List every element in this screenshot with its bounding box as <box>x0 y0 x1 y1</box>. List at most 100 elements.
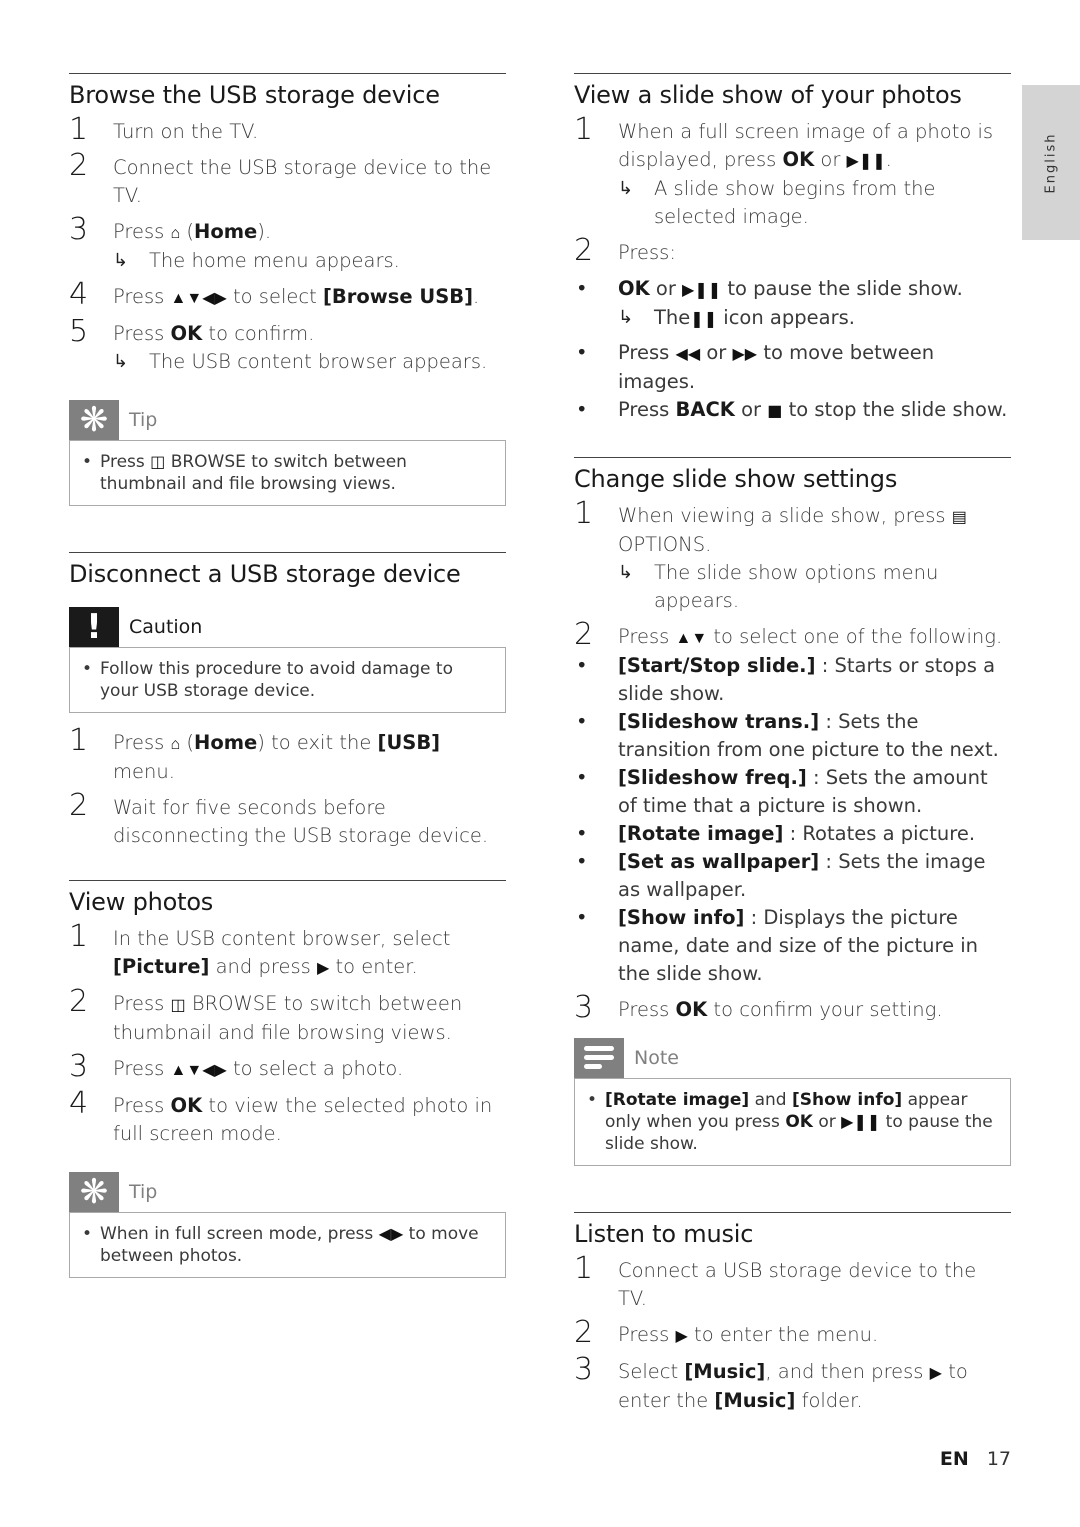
option-name: [Show info] <box>618 906 745 929</box>
step-text: In the USB content browser, select <box>113 927 451 950</box>
keyword: OK <box>782 148 815 171</box>
tip-header: ❋ Tip <box>69 400 506 440</box>
step: 3 Press ▲▼◀▶ to select a photo. <box>69 1049 506 1084</box>
browse-icon: ◫ <box>150 452 166 471</box>
step: 3 Press ⌂ (Home). ↳ The home menu appears. <box>69 212 506 275</box>
step-text: . <box>473 285 480 308</box>
result-arrow-icon: ↳ <box>618 178 634 199</box>
step: 1 When viewing a slide show, press ▤ OPTI… <box>574 496 1011 615</box>
step-number: 3 <box>574 1352 594 1387</box>
tip-body: • When in full screen mode, press ◀▶ to m… <box>69 1212 506 1278</box>
section-title: Browse the USB storage device <box>69 81 440 109</box>
section-view-photos: View photos 1 In the USB content browser,… <box>69 880 506 1278</box>
bullet-item: • OK or ▶❚❚ to pause the slide show. ↳ The… <box>574 275 1011 333</box>
play-pause-icon: ▶❚❚ <box>841 1112 881 1131</box>
step-text: Press <box>113 220 165 243</box>
note-lines-svg <box>584 1046 614 1069</box>
keyword: Home <box>194 220 258 243</box>
step-text: to confirm your setting. <box>713 998 943 1021</box>
tip-header: ❋ Tip <box>69 1172 506 1212</box>
bullet-result: ↳ The❚❚ icon appears. <box>618 304 1011 333</box>
step-text: Press <box>618 1323 670 1346</box>
step-text: When viewing a slide show, press <box>618 504 946 527</box>
bullet-item: • Press ◀◀ or ▶▶ to move between images. <box>574 339 1011 396</box>
option-name: [Slideshow trans.] <box>618 710 820 733</box>
step-text: menu. <box>113 760 175 783</box>
step-number: 4 <box>69 1086 89 1121</box>
step-text: Press <box>618 998 670 1021</box>
section-listen-music: Listen to music 1 Connect a USB storage d… <box>574 1212 1011 1415</box>
step: 1 Connect a USB storage device to the TV. <box>574 1251 1011 1313</box>
step-number: 5 <box>69 314 89 349</box>
home-icon: ⌂ <box>170 223 181 242</box>
step-text: ( <box>186 220 195 243</box>
step: 4 Press OK to view the selected photo in … <box>69 1086 506 1148</box>
note-text: or <box>818 1112 836 1132</box>
tip-box: ❋ Tip • Press ◫ BROWSE to switch between … <box>69 400 506 506</box>
rewind-icon: ◀◀ <box>675 344 701 363</box>
step: 1 In the USB content browser, select [Pic… <box>69 919 506 982</box>
step-number: 3 <box>69 212 89 247</box>
option-item: • [Slideshow freq.] : Sets the amount of … <box>574 764 1011 820</box>
bullet-icon: • <box>576 822 588 845</box>
tip-title: Tip <box>129 409 158 431</box>
step-text: Press <box>113 1057 165 1080</box>
section-title: View a slide show of your photos <box>574 81 962 109</box>
step-result: ↳ The USB content browser appears. <box>113 348 506 376</box>
keyword: BACK <box>675 398 735 421</box>
exclamation-icon: ! <box>69 607 119 647</box>
step-text: Press <box>113 1094 165 1117</box>
caution-header: ! Caution <box>69 607 506 647</box>
tip-text: Press <box>100 452 145 472</box>
step-number: 2 <box>574 617 594 652</box>
section-title: Listen to music <box>574 1220 754 1248</box>
play-pause-icon: ▶❚❚ <box>846 151 886 170</box>
home-icon: ⌂ <box>170 734 181 753</box>
right-arrow-icon: ▶ <box>929 1363 942 1382</box>
option-name: [Set as wallpaper] <box>618 850 820 873</box>
bullet-icon: • <box>576 654 588 677</box>
bullet-text: to stop the slide show. <box>788 398 1008 421</box>
step-text: to select <box>233 285 317 308</box>
keyword: OK <box>785 1112 813 1132</box>
keyword: Home <box>194 731 258 754</box>
keyword: OK <box>618 277 650 300</box>
step-number: 1 <box>69 919 89 954</box>
step-number: 1 <box>574 112 594 147</box>
tip-body: • Press ◫ BROWSE to switch between thumbn… <box>69 440 506 506</box>
step-text: folder. <box>801 1389 863 1412</box>
left-column: Browse the USB storage device 1 Turn on t… <box>69 73 506 1278</box>
bullet-text: or <box>655 277 676 300</box>
result-text: The home menu appears. <box>149 249 400 272</box>
step-text: Connect a USB storage device to the TV. <box>618 1259 977 1310</box>
step-number: 2 <box>69 148 89 183</box>
step-number: 2 <box>574 1315 594 1350</box>
step-text: to select one of the following. <box>713 625 1003 648</box>
note-text: and <box>754 1090 787 1110</box>
step-text: ( <box>186 731 195 754</box>
step-number: 1 <box>574 1251 594 1286</box>
options-icon: ▤ <box>951 507 967 526</box>
bullet-icon: • <box>576 906 588 929</box>
step-result: ↳ The slide show options menu appears. <box>618 559 1011 615</box>
step-text: Press: <box>618 241 676 264</box>
result-arrow-icon: ↳ <box>618 307 634 328</box>
note-lines-icon <box>574 1038 624 1078</box>
step-number: 1 <box>69 723 89 758</box>
language-tab: English <box>1022 85 1080 240</box>
bullet-text: Press <box>618 341 670 364</box>
step: 2 Wait for five seconds before disconnect… <box>69 788 506 850</box>
tip-text: When in full screen mode, press <box>100 1224 374 1244</box>
option-name: [Start/Stop slide.] <box>618 654 816 677</box>
section-browse-usb: Browse the USB storage device 1 Turn on t… <box>69 73 506 506</box>
bullet-text: Press <box>618 398 670 421</box>
bullet-icon: • <box>576 710 588 733</box>
step-number: 3 <box>69 1049 89 1084</box>
step-text: , and then press <box>765 1360 924 1383</box>
note-header: Note <box>574 1038 1011 1078</box>
bullet-item: • Press BACK or ■ to stop the slide show. <box>574 396 1011 425</box>
result-text: A slide show begins from the selected im… <box>654 177 936 228</box>
asterisk-icon: ❋ <box>69 400 119 440</box>
bullet-text: or <box>706 341 727 364</box>
bullet-icon: • <box>82 452 93 472</box>
